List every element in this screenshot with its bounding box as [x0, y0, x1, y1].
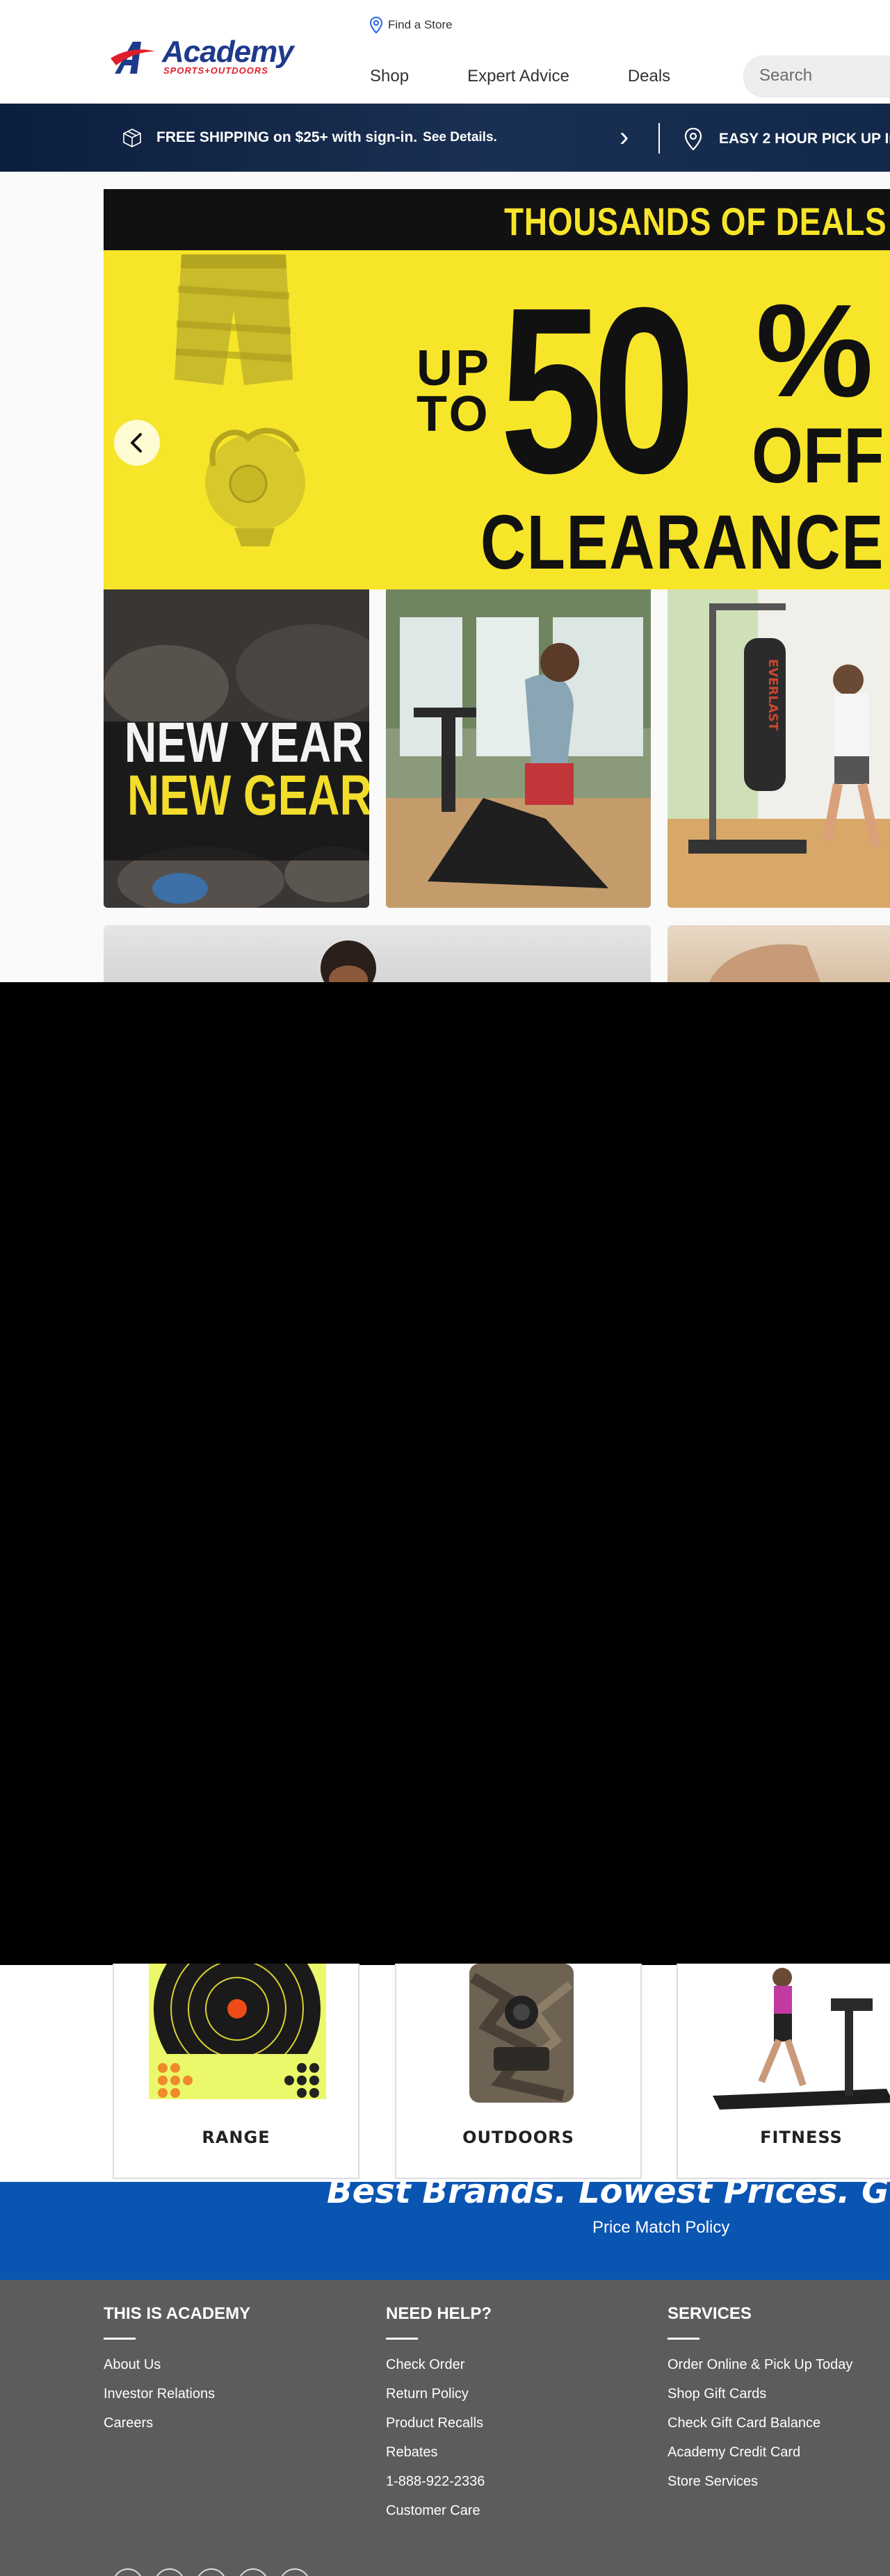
logo-wordmark: Academy [162, 35, 294, 69]
new-gear-text: NEW GEAR [127, 764, 369, 827]
footer-link-order-online-pickup[interactable]: Order Online & Pick Up Today [668, 2356, 852, 2373]
everlast-brand-text: EVERLAST [766, 659, 780, 731]
footer-link-customer-care[interactable]: Customer Care [386, 2502, 492, 2519]
exercise-bike-tile[interactable] [386, 589, 651, 908]
carousel-prev-button[interactable] [114, 420, 160, 466]
punching-bag-tile[interactable]: EVERLAST [668, 589, 890, 908]
punching-bag-photo: EVERLAST [668, 589, 890, 908]
price-match-policy-link[interactable]: Price Match Policy [592, 2218, 729, 2237]
shorts-product-image [175, 254, 293, 385]
nav-deals[interactable]: Deals [628, 67, 670, 88]
site-footer: THIS IS ACADEMY About Us Investor Relati… [0, 2280, 890, 2576]
social-icon[interactable] [280, 2568, 310, 2576]
kid-photo [321, 940, 376, 982]
social-icon[interactable] [113, 2568, 143, 2576]
search-input[interactable] [759, 66, 890, 85]
promo-divider [658, 123, 660, 154]
footer-link-shop-gift-cards[interactable]: Shop Gift Cards [668, 2386, 852, 2402]
find-store-label: Find a Store [388, 18, 453, 31]
free-shipping-text: FREE SHIPPING on $25+ with sign-in. [156, 129, 418, 145]
category-label-outdoors: OUTDOORS [462, 2128, 574, 2147]
footer-heading: NEED HELP? [386, 2304, 492, 2323]
price-match-slogan: Best Brands. Lowest Prices. Guaran [327, 2182, 890, 2211]
footer-link-store-services[interactable]: Store Services [668, 2473, 852, 2490]
hero-top-banner: THOUSANDS OF DEALS [104, 189, 890, 250]
pickup-text: EASY 2 HOUR PICK UP In [719, 131, 890, 147]
category-label-range: RANGE [202, 2128, 270, 2147]
footer-heading: SERVICES [668, 2304, 752, 2323]
footer-column-need-help: NEED HELP? Check Order Return Policy Pro… [386, 2304, 492, 2532]
pickup-promo[interactable]: EASY 2 HOUR PICK UP In [684, 127, 890, 151]
academy-logo[interactable]: Academy SPORTS+OUTDOORS [109, 35, 321, 76]
main-nav: Shop Expert Advice Deals [370, 67, 729, 88]
category-card-fitness[interactable]: FITNESS [677, 1964, 890, 2179]
footer-link-product-recalls[interactable]: Product Recalls [386, 2415, 492, 2431]
clearance-hero-banner[interactable]: THOUSANDS OF DEALS UP TO 50 % OFF CLEARA… [104, 189, 890, 589]
promo-next-icon[interactable]: › [620, 122, 629, 153]
chevron-left-icon [131, 433, 142, 453]
free-shipping-promo[interactable]: FREE SHIPPING on $25+ with sign-in. See … [122, 127, 497, 148]
find-store-link[interactable]: Find a Store [370, 17, 453, 33]
footer-link-investor-relations[interactable]: Investor Relations [104, 2386, 250, 2402]
page: Academy SPORTS+OUTDOORS Find a Store Sho… [0, 0, 890, 2576]
hero-discount-number: 50 [500, 259, 695, 523]
footer-link-academy-credit-card[interactable]: Academy Credit Card [668, 2444, 852, 2461]
footer-link-phone[interactable]: 1-888-922-2336 [386, 2473, 492, 2490]
shooting-target-image [149, 1964, 326, 2099]
new-year-new-gear-tile[interactable]: NEW YEAR NEW GEAR [104, 589, 369, 908]
location-pin-icon [684, 127, 702, 151]
treadmill-image [713, 1968, 890, 2110]
trail-camera-image [469, 1964, 574, 2103]
hero-percent-sign: % [756, 277, 873, 425]
footer-heading-rule [386, 2338, 418, 2340]
social-icon[interactable] [238, 2568, 268, 2576]
category-label-fitness: FITNESS [760, 2128, 843, 2147]
footer-heading-rule [668, 2338, 699, 2340]
see-details-link[interactable]: See Details. [423, 130, 497, 145]
category-card-outdoors[interactable]: OUTDOORS [395, 1964, 642, 2179]
exercise-bike-photo [386, 589, 651, 908]
nav-expert-advice[interactable]: Expert Advice [467, 67, 569, 88]
footer-link-rebates[interactable]: Rebates [386, 2444, 492, 2461]
promo-bar: FREE SHIPPING on $25+ with sign-in. See … [0, 104, 890, 172]
footer-column-this-is-academy: THIS IS ACADEMY About Us Investor Relati… [104, 2304, 250, 2444]
footer-link-check-order[interactable]: Check Order [386, 2356, 492, 2373]
footer-column-services: SERVICES Order Online & Pick Up Today Sh… [668, 2304, 852, 2502]
hero-up-to: UP TO [416, 341, 491, 442]
category-card-range[interactable]: RANGE [113, 1964, 359, 2179]
hero-deals-heading: THOUSANDS OF DEALS [504, 199, 887, 243]
search-box [743, 56, 890, 97]
hero-clearance: CLEARANCE [480, 500, 885, 585]
promo-tile-kid[interactable] [104, 925, 651, 982]
baseball-glove-image [205, 427, 305, 546]
footer-link-check-gift-card-balance[interactable]: Check Gift Card Balance [668, 2415, 852, 2431]
promo-tile-fitness[interactable] [668, 925, 890, 982]
footer-heading: THIS IS ACADEMY [104, 2304, 251, 2323]
arm-photo [709, 944, 820, 982]
footer-link-return-policy[interactable]: Return Policy [386, 2386, 492, 2402]
map-pin-icon [370, 17, 382, 33]
footer-link-careers[interactable]: Careers [104, 2415, 250, 2431]
unrendered-content-area [0, 982, 890, 1965]
footer-heading-rule [104, 2338, 136, 2340]
hero-off: OFF [752, 412, 884, 499]
academy-logo-mark-icon [111, 42, 155, 74]
nav-shop[interactable]: Shop [370, 67, 409, 88]
price-match-banner: Best Brands. Lowest Prices. Guaran Price… [0, 2182, 890, 2280]
box-icon [123, 129, 141, 147]
site-header: Academy SPORTS+OUTDOORS Find a Store Sho… [0, 0, 890, 104]
category-cards: RANGE OUTDOORS FITNESS [0, 1964, 890, 2182]
social-icon[interactable] [196, 2568, 227, 2576]
footer-link-about-us[interactable]: About Us [104, 2356, 250, 2373]
social-icon[interactable] [154, 2568, 185, 2576]
logo-tagline: SPORTS+OUTDOORS [163, 65, 268, 76]
